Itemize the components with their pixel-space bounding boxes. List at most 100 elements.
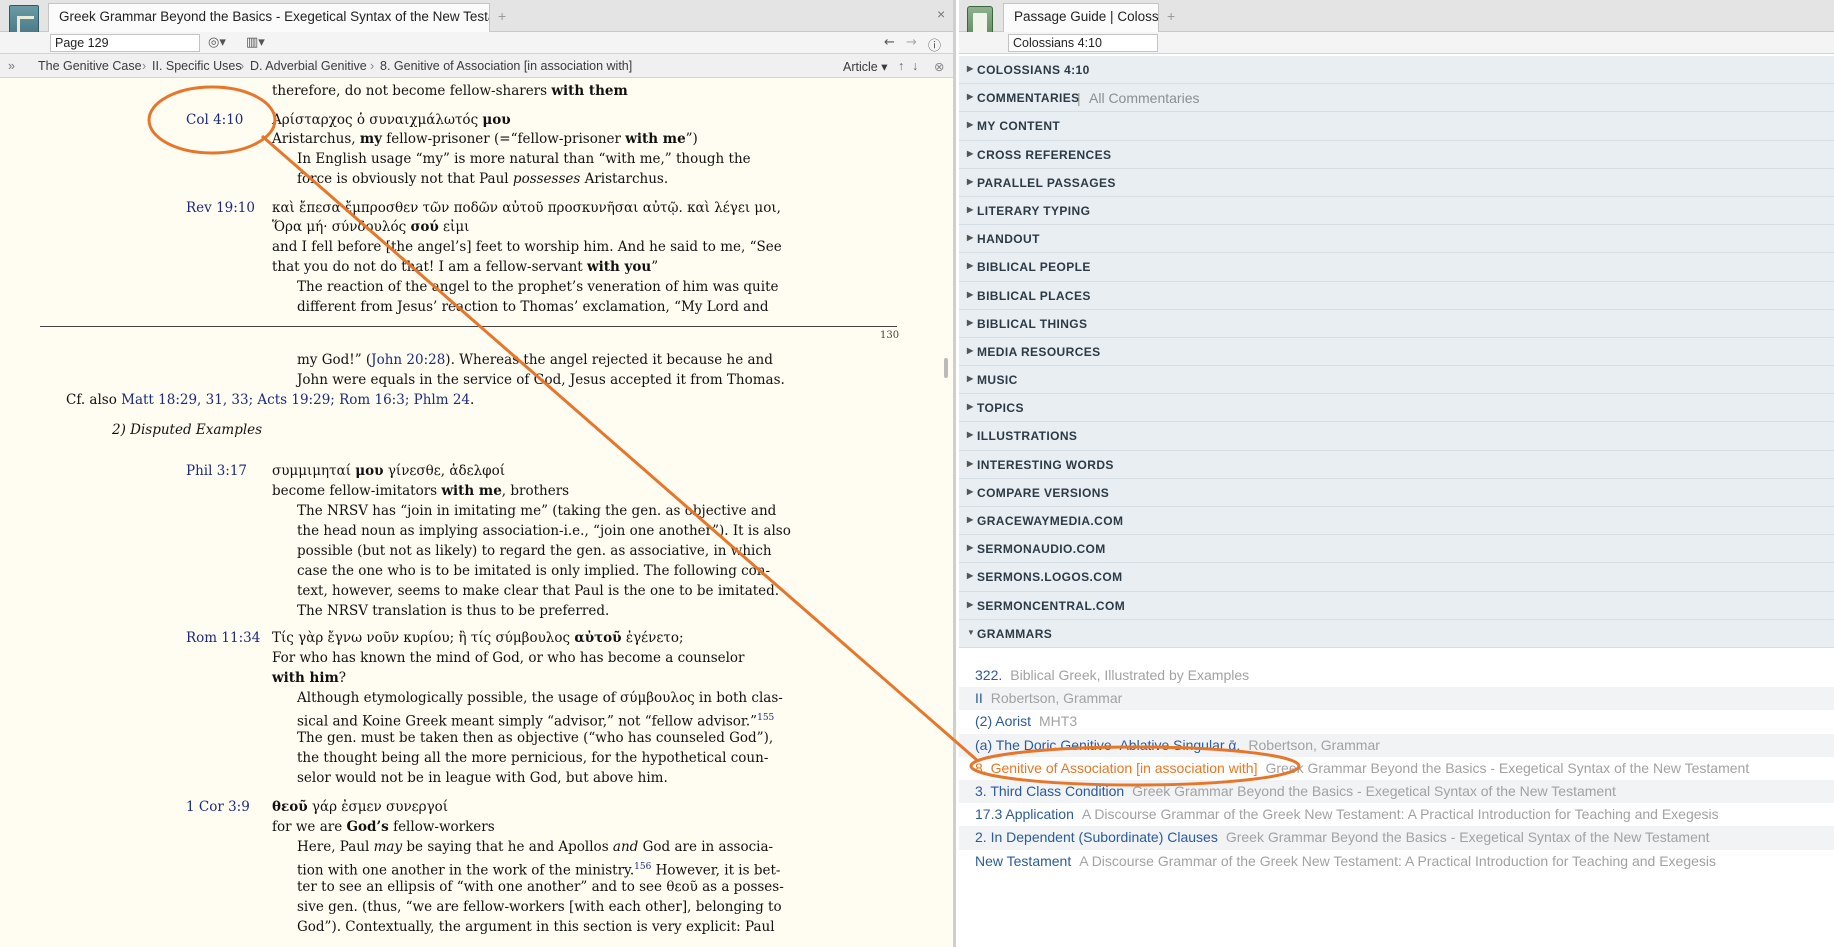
- grammar-article-link[interactable]: 3. Third Class Condition Greek Grammar Be…: [975, 783, 1616, 799]
- section-commentaries[interactable]: ▶ COMMENTARIES | All Commentaries: [959, 84, 1834, 113]
- grammar-article-link[interactable]: (2) Aorist MHT3: [975, 713, 1077, 729]
- grammar-source-title[interactable]: Greek Grammar Beyond the Basics - Exeget…: [1265, 760, 1749, 776]
- section-parallel-passages[interactable]: ▶ PARALLEL PASSAGES: [959, 168, 1834, 197]
- triangle-right-icon[interactable]: ▶: [967, 233, 974, 242]
- panel-menu-icon[interactable]: ▥▾: [246, 35, 265, 50]
- triangle-right-icon[interactable]: ▶: [967, 64, 974, 73]
- list-item[interactable]: (a) The Doric Genitive–Ablative Singular…: [959, 733, 1834, 757]
- triangle-right-icon[interactable]: ▶: [967, 402, 974, 411]
- add-tab-button[interactable]: +: [1167, 8, 1175, 24]
- grammar-article-link[interactable]: 17.3 Application A Discourse Grammar of t…: [975, 806, 1719, 822]
- verse-reference-phil-3-17[interactable]: Phil 3:17: [186, 462, 247, 480]
- list-item[interactable]: 322. Biblical Greek, Illustrated by Examp…: [959, 664, 1834, 687]
- triangle-right-icon[interactable]: ▶: [967, 487, 974, 496]
- tab-passage-guide[interactable]: Passage Guide | Colossians 4:10: [1003, 3, 1159, 32]
- list-item[interactable]: 17.3 Application A Discourse Grammar of t…: [959, 803, 1834, 826]
- footnote-155[interactable]: 155: [757, 713, 774, 723]
- list-item[interactable]: New Testament A Discourse Grammar of the …: [959, 850, 1834, 873]
- triangle-right-icon[interactable]: ▶: [967, 600, 974, 609]
- section-biblical-places[interactable]: ▶ BIBLICAL PLACES: [959, 281, 1834, 310]
- verse-reference-col-4-10[interactable]: Col 4:10: [186, 111, 243, 129]
- passage-input[interactable]: [1008, 34, 1158, 52]
- cf-verse-links[interactable]: Matt 18:29, 31, 33; Acts 19:29; Rom 16:3…: [121, 392, 470, 408]
- triangle-right-icon[interactable]: ▶: [967, 318, 974, 327]
- section-compare-versions[interactable]: ▶ COMPARE VERSIONS: [959, 478, 1834, 507]
- section-illustrations[interactable]: ▶ ILLUSTRATIONS: [959, 422, 1834, 451]
- breadcrumb-item-genitive-association[interactable]: 8. Genitive of Association [in associati…: [380, 59, 632, 73]
- grammar-source-title[interactable]: Robertson, Grammar: [1248, 737, 1379, 753]
- grammar-source-title[interactable]: A Discourse Grammar of the Greek New Tes…: [1082, 806, 1719, 822]
- grammar-article-link[interactable]: New Testament A Discourse Grammar of the …: [975, 853, 1716, 869]
- list-item[interactable]: 2. In Dependent (Subordinate) Clauses Gre…: [959, 826, 1834, 850]
- triangle-right-icon[interactable]: ▶: [967, 430, 974, 439]
- triangle-right-icon[interactable]: ▶: [967, 290, 974, 299]
- prev-article-icon[interactable]: ↑: [898, 59, 904, 73]
- triangle-right-icon[interactable]: ▶: [967, 374, 974, 383]
- info-icon[interactable]: ⓘ: [928, 35, 941, 54]
- visual-filter-icon[interactable]: ◎▾: [208, 35, 226, 50]
- section-interesting-words[interactable]: ▶ INTERESTING WORDS: [959, 450, 1834, 479]
- verse-link-john-20-28[interactable]: John 20:28: [371, 352, 445, 368]
- grammar-source-title[interactable]: Biblical Greek, Illustrated by Examples: [1010, 667, 1249, 683]
- page-input[interactable]: [50, 34, 200, 52]
- section-sermons-logos-com[interactable]: ▶ SERMONS.LOGOS.COM: [959, 563, 1834, 592]
- grammar-source-title[interactable]: A Discourse Grammar of the Greek New Tes…: [1079, 853, 1716, 869]
- grammar-source-title[interactable]: Robertson, Grammar: [991, 690, 1122, 706]
- section-gracewaymedia-com[interactable]: ▶ GRACEWAYMEDIA.COM: [959, 507, 1834, 536]
- section-sermonaudio-com[interactable]: ▶ SERMONAUDIO.COM: [959, 535, 1834, 564]
- triangle-right-icon[interactable]: ▶: [967, 92, 974, 101]
- section-cross-references[interactable]: ▶ CROSS REFERENCES: [959, 140, 1834, 169]
- back-arrow-icon[interactable]: ←: [884, 35, 895, 50]
- list-item[interactable]: II Robertson, Grammar: [959, 687, 1834, 711]
- section-topics[interactable]: ▶ TOPICS: [959, 394, 1834, 423]
- section-colossians-4-10[interactable]: ▶ COLOSSIANS 4:10: [959, 56, 1834, 85]
- triangle-right-icon[interactable]: ▶: [967, 149, 974, 158]
- triangle-down-icon[interactable]: ▼: [967, 628, 975, 637]
- verse-reference-rev-19-10[interactable]: Rev 19:10: [186, 199, 255, 217]
- triangle-right-icon[interactable]: ▶: [967, 515, 974, 524]
- verse-reference-1-cor-3-9[interactable]: 1 Cor 3:9: [186, 798, 250, 816]
- breadcrumb-item-adverbial-genitive[interactable]: D. Adverbial Genitive: [250, 59, 367, 73]
- section-music[interactable]: ▶ MUSIC: [959, 366, 1834, 395]
- section-sermoncentral-com[interactable]: ▶ SERMONCENTRAL.COM: [959, 591, 1834, 620]
- grammar-source-title[interactable]: Greek Grammar Beyond the Basics - Exeget…: [1132, 783, 1616, 799]
- section-handout[interactable]: ▶ HANDOUT: [959, 225, 1834, 254]
- add-tab-button[interactable]: +: [498, 8, 506, 24]
- tab-greek-grammar[interactable]: Greek Grammar Beyond the Basics - Exeget…: [48, 3, 490, 32]
- section-media-resources[interactable]: ▶ MEDIA RESOURCES: [959, 337, 1834, 367]
- close-breadcrumb-icon[interactable]: ⊗: [934, 59, 944, 74]
- triangle-right-icon[interactable]: ▶: [967, 346, 974, 355]
- next-article-icon[interactable]: ↓: [912, 59, 918, 73]
- list-item[interactable]: 3. Third Class Condition Greek Grammar Be…: [959, 779, 1834, 804]
- grammar-article-link[interactable]: 8. Genitive of Association [in associati…: [975, 760, 1749, 776]
- grammar-article-link[interactable]: 322. Biblical Greek, Illustrated by Examp…: [975, 667, 1249, 683]
- section-biblical-things[interactable]: ▶ BIBLICAL THINGS: [959, 309, 1834, 338]
- grammar-source-title[interactable]: MHT3: [1039, 713, 1077, 729]
- list-item[interactable]: 8. Genitive of Association [in associati…: [959, 757, 1834, 780]
- section-grammars[interactable]: ▼ GRAMMARS: [959, 619, 1834, 648]
- section-my-content[interactable]: ▶ MY CONTENT: [959, 112, 1834, 141]
- section-literary-typing[interactable]: ▶ LITERARY TYPING: [959, 196, 1834, 226]
- triangle-right-icon[interactable]: ▶: [967, 459, 974, 468]
- close-panel-icon[interactable]: ×: [937, 6, 945, 22]
- grammar-article-link[interactable]: II Robertson, Grammar: [975, 690, 1122, 706]
- triangle-right-icon[interactable]: ▶: [967, 543, 974, 552]
- breadcrumb-item-specific-uses[interactable]: II. Specific Uses: [152, 59, 242, 73]
- grammar-source-title[interactable]: Greek Grammar Beyond the Basics - Exeget…: [1226, 829, 1710, 845]
- triangle-right-icon[interactable]: ▶: [967, 120, 974, 129]
- section-biblical-people[interactable]: ▶ BIBLICAL PEOPLE: [959, 253, 1834, 282]
- verse-reference-rom-11-34[interactable]: Rom 11:34: [186, 629, 260, 647]
- expand-breadcrumb-icon[interactable]: »: [8, 59, 15, 73]
- triangle-right-icon[interactable]: ▶: [967, 261, 974, 270]
- grammar-article-link[interactable]: 2. In Dependent (Subordinate) Clauses Gre…: [975, 829, 1710, 845]
- breadcrumb-item-genitive-case[interactable]: The Genitive Case: [38, 59, 142, 73]
- footnote-156[interactable]: 156: [634, 862, 651, 872]
- all-commentaries-link[interactable]: All Commentaries: [1089, 90, 1199, 106]
- triangle-right-icon[interactable]: ▶: [967, 177, 974, 186]
- grammar-article-link[interactable]: (a) The Doric Genitive–Ablative Singular…: [975, 737, 1380, 753]
- triangle-right-icon[interactable]: ▶: [967, 571, 974, 580]
- list-item[interactable]: (2) Aorist MHT3: [959, 710, 1834, 733]
- forward-arrow-icon[interactable]: →: [906, 35, 917, 50]
- reader-scrollbar[interactable]: [944, 358, 948, 378]
- article-dropdown[interactable]: Article ▾: [843, 59, 887, 74]
